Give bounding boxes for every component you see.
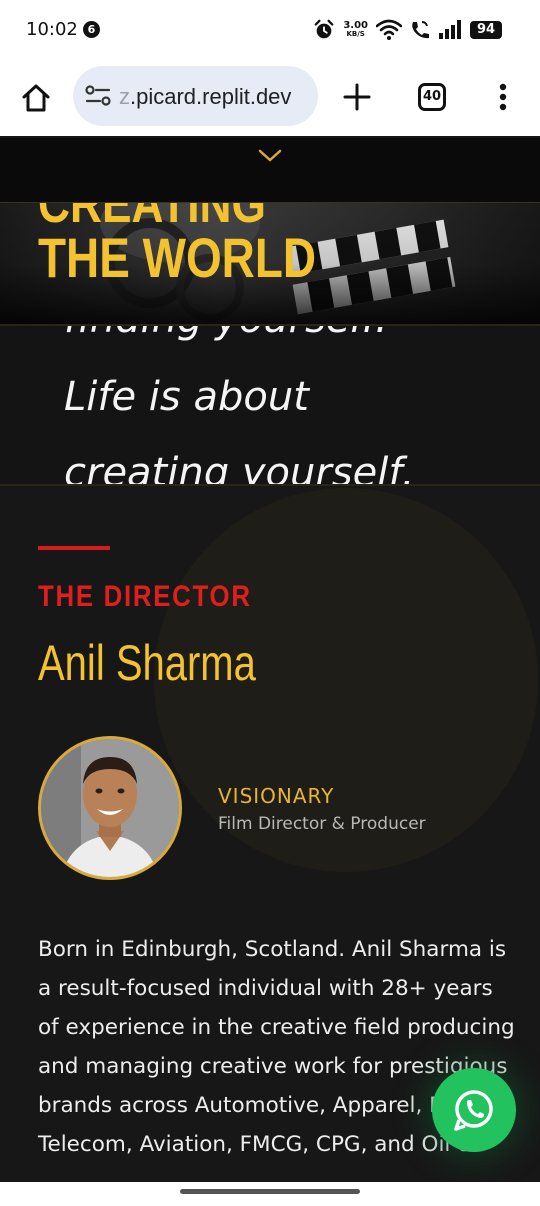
- address-bar[interactable]: z.picard.replit.dev: [73, 66, 318, 126]
- status-time: 10:02: [26, 19, 78, 40]
- alarm-icon: [314, 19, 334, 39]
- battery-icon: 94: [470, 21, 502, 39]
- avatar: [38, 736, 182, 880]
- quote-box: finding yourself. Life is about creating…: [0, 324, 540, 486]
- hero-banner: CREATING THE WORLD: [0, 202, 540, 324]
- whatsapp-icon: [454, 1090, 493, 1131]
- whatsapp-button[interactable]: [432, 1068, 516, 1152]
- system-nav-area: [0, 1182, 540, 1206]
- quote-line-1: Life is about: [64, 374, 309, 420]
- hero-title: THE WORLD: [38, 226, 317, 289]
- wifi-calling-icon: [412, 21, 429, 39]
- url-text[interactable]: z.picard.replit.dev: [119, 84, 291, 110]
- network-speed-unit: KB/S: [346, 30, 365, 38]
- notification-badge-icon: 6: [83, 21, 100, 38]
- network-speed: 3.00 KB/S: [343, 21, 368, 39]
- tune-icon[interactable]: [85, 84, 111, 108]
- quote-line-2: creating yourself.: [64, 450, 415, 486]
- role-subtitle: Film Director & Producer: [218, 814, 426, 834]
- more-vert-icon[interactable]: [494, 82, 512, 112]
- home-icon[interactable]: [20, 82, 52, 114]
- status-icons: 3.00 KB/S 94: [313, 18, 502, 42]
- chevron-down-icon[interactable]: [258, 148, 282, 164]
- wifi-icon: [376, 19, 402, 40]
- url-domain: .picard.replit.dev: [130, 84, 292, 109]
- browser-toolbar: z.picard.replit.dev 40: [0, 60, 540, 136]
- director-name: Anil Sharma: [38, 635, 256, 691]
- status-bar: 10:02 6 3.00 KB/S 94: [0, 0, 540, 60]
- header-strip: [0, 138, 540, 202]
- accent-divider: [38, 546, 110, 550]
- gesture-handle[interactable]: [180, 1189, 360, 1194]
- url-prefix: z: [119, 84, 130, 109]
- quote-line-partial: finding yourself.: [64, 326, 388, 342]
- web-page: CREATING THE WORLD finding yourself. Lif…: [0, 136, 540, 1182]
- tab-switcher-icon[interactable]: 40: [418, 83, 446, 111]
- signal-icon: [439, 20, 461, 39]
- plus-icon[interactable]: [342, 82, 372, 112]
- section-label: THE DIRECTOR: [38, 580, 252, 613]
- portrait-image: [41, 739, 179, 877]
- role-title: VISIONARY: [218, 784, 335, 808]
